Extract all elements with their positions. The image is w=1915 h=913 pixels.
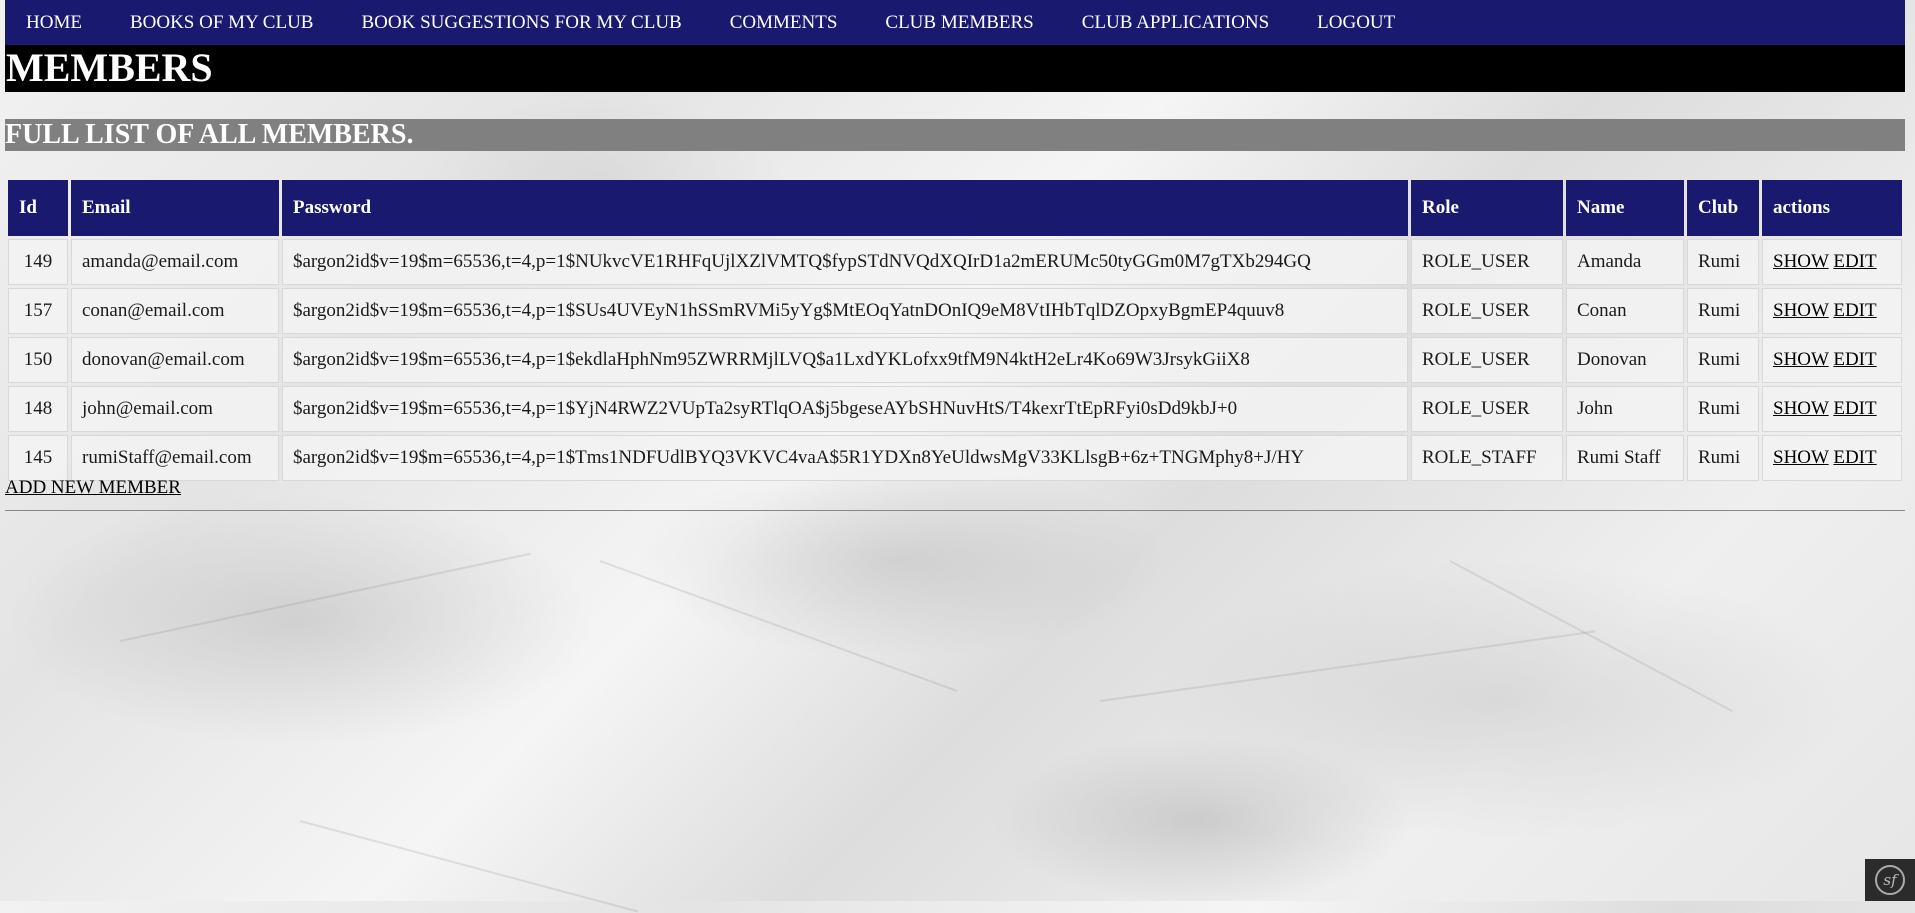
cell-role: ROLE_USER bbox=[1411, 239, 1563, 285]
cell-club: Rumi bbox=[1687, 386, 1759, 432]
show-link[interactable]: SHOW bbox=[1773, 349, 1829, 370]
column-header-password: Password bbox=[282, 180, 1408, 236]
table-header-row: Id Email Password Role Name Club actions bbox=[8, 180, 1902, 236]
nav-comments[interactable]: COMMENTS bbox=[730, 12, 838, 34]
show-link[interactable]: SHOW bbox=[1773, 300, 1829, 321]
cell-email: john@email.com bbox=[71, 386, 279, 432]
cell-password: $argon2id$v=19$m=65536,t=4,p=1$YjN4RWZ2V… bbox=[282, 386, 1408, 432]
background-crease bbox=[299, 820, 639, 913]
page-title-bar: MEMBERS bbox=[5, 45, 1905, 92]
background-crease bbox=[1099, 630, 1596, 702]
column-header-role: Role bbox=[1411, 180, 1563, 236]
nav-books-of-my-club[interactable]: BOOKS OF MY CLUB bbox=[130, 12, 314, 34]
column-header-club: Club bbox=[1687, 180, 1759, 236]
edit-link[interactable]: EDIT bbox=[1833, 349, 1876, 370]
cell-password: $argon2id$v=19$m=65536,t=4,p=1$SUs4UVEyN… bbox=[282, 288, 1408, 334]
cell-actions: SHOW EDIT bbox=[1762, 337, 1902, 383]
add-new-member-link[interactable]: ADD NEW MEMBER bbox=[5, 477, 181, 499]
cell-club: Rumi bbox=[1687, 288, 1759, 334]
symfony-icon: sf bbox=[1875, 865, 1905, 895]
show-link[interactable]: SHOW bbox=[1773, 398, 1829, 419]
table-row: 149 amanda@email.com $argon2id$v=19$m=65… bbox=[8, 239, 1902, 285]
table-row: 145 rumiStaff@email.com $argon2id$v=19$m… bbox=[8, 435, 1902, 481]
divider bbox=[5, 510, 1905, 511]
cell-id: 150 bbox=[8, 337, 68, 383]
cell-role: ROLE_STAFF bbox=[1411, 435, 1563, 481]
cell-name: Donovan bbox=[1566, 337, 1684, 383]
edit-link[interactable]: EDIT bbox=[1833, 398, 1876, 419]
background-crease bbox=[599, 560, 958, 692]
table-row: 148 john@email.com $argon2id$v=19$m=6553… bbox=[8, 386, 1902, 432]
column-header-name: Name bbox=[1566, 180, 1684, 236]
column-header-actions: actions bbox=[1762, 180, 1902, 236]
cell-email: conan@email.com bbox=[71, 288, 279, 334]
nav-book-suggestions[interactable]: BOOK SUGGESTIONS FOR MY CLUB bbox=[361, 12, 681, 34]
cell-role: ROLE_USER bbox=[1411, 288, 1563, 334]
cell-actions: SHOW EDIT bbox=[1762, 288, 1902, 334]
nav-club-applications[interactable]: CLUB APPLICATIONS bbox=[1082, 12, 1269, 34]
table-row: 150 donovan@email.com $argon2id$v=19$m=6… bbox=[8, 337, 1902, 383]
cell-email: amanda@email.com bbox=[71, 239, 279, 285]
cell-actions: SHOW EDIT bbox=[1762, 435, 1902, 481]
cell-name: Amanda bbox=[1566, 239, 1684, 285]
page-title: MEMBERS bbox=[6, 45, 213, 90]
nav-logout[interactable]: LOGOUT bbox=[1317, 12, 1395, 34]
cell-id: 157 bbox=[8, 288, 68, 334]
cell-email: rumiStaff@email.com bbox=[71, 435, 279, 481]
page-subtitle: FULL LIST OF ALL MEMBERS. bbox=[5, 119, 414, 150]
cell-password: $argon2id$v=19$m=65536,t=4,p=1$Tms1NDFUd… bbox=[282, 435, 1408, 481]
show-link[interactable]: SHOW bbox=[1773, 447, 1829, 468]
cell-actions: SHOW EDIT bbox=[1762, 386, 1902, 432]
edit-link[interactable]: EDIT bbox=[1833, 300, 1876, 321]
cell-club: Rumi bbox=[1687, 337, 1759, 383]
cell-name: Conan bbox=[1566, 288, 1684, 334]
column-header-id: Id bbox=[8, 180, 68, 236]
background-crease bbox=[1449, 560, 1734, 713]
cell-role: ROLE_USER bbox=[1411, 386, 1563, 432]
show-link[interactable]: SHOW bbox=[1773, 251, 1829, 272]
table-row: 157 conan@email.com $argon2id$v=19$m=655… bbox=[8, 288, 1902, 334]
cell-club: Rumi bbox=[1687, 435, 1759, 481]
cell-id: 145 bbox=[8, 435, 68, 481]
cell-club: Rumi bbox=[1687, 239, 1759, 285]
cell-password: $argon2id$v=19$m=65536,t=4,p=1$NUkvcVE1R… bbox=[282, 239, 1408, 285]
top-navbar: HOME BOOKS OF MY CLUB BOOK SUGGESTIONS F… bbox=[5, 0, 1905, 45]
cell-role: ROLE_USER bbox=[1411, 337, 1563, 383]
column-header-email: Email bbox=[71, 180, 279, 236]
cell-id: 148 bbox=[8, 386, 68, 432]
nav-home[interactable]: HOME bbox=[26, 12, 82, 34]
cell-id: 149 bbox=[8, 239, 68, 285]
members-table: Id Email Password Role Name Club actions… bbox=[5, 177, 1905, 484]
edit-link[interactable]: EDIT bbox=[1833, 447, 1876, 468]
page-subtitle-bar: FULL LIST OF ALL MEMBERS. bbox=[5, 119, 1905, 151]
cell-actions: SHOW EDIT bbox=[1762, 239, 1902, 285]
background-crease bbox=[119, 552, 532, 642]
cell-name: Rumi Staff bbox=[1566, 435, 1684, 481]
cell-name: John bbox=[1566, 386, 1684, 432]
cell-password: $argon2id$v=19$m=65536,t=4,p=1$ekdlaHphN… bbox=[282, 337, 1408, 383]
symfony-toolbar-toggle[interactable]: sf bbox=[1865, 859, 1915, 901]
edit-link[interactable]: EDIT bbox=[1833, 251, 1876, 272]
cell-email: donovan@email.com bbox=[71, 337, 279, 383]
nav-club-members[interactable]: CLUB MEMBERS bbox=[885, 12, 1033, 34]
